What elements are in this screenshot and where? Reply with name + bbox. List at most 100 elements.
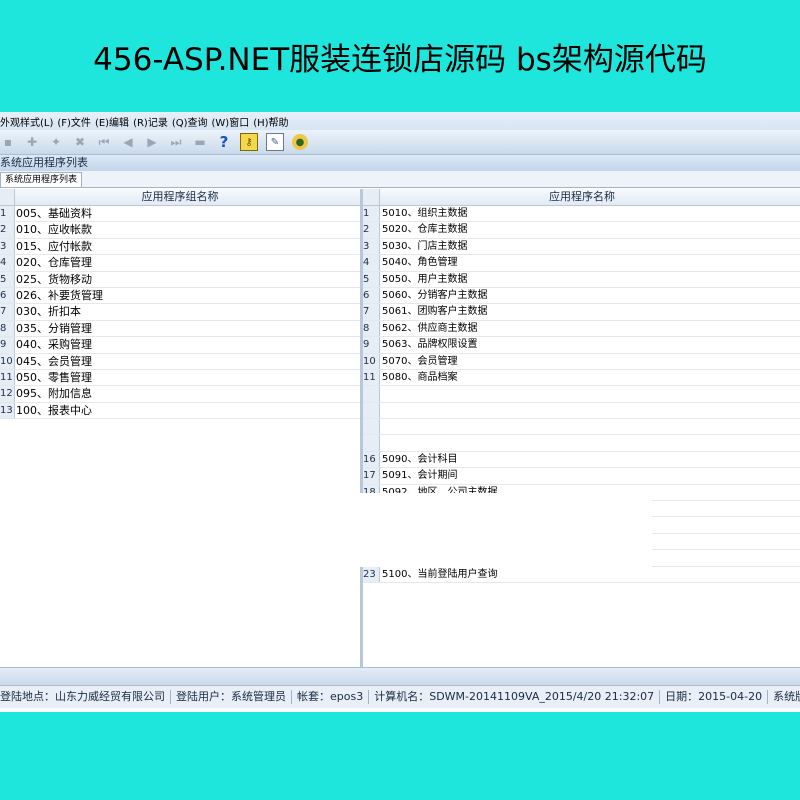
row-number: 4 [0,255,15,271]
table-row[interactable]: 16 5090、会计科目 [363,451,800,469]
table-row[interactable]: 1 005、基础资料 [0,206,360,223]
save-icon[interactable]: ▪ [0,134,16,150]
first-icon[interactable]: ⏮ [96,134,112,150]
row-cell[interactable]: 005、基础资料 [16,206,92,221]
key-icon[interactable]: ⚷ [240,133,258,151]
row-cell[interactable]: 5020、仓库主数据 [382,222,467,237]
table-row[interactable]: 1 5010、组织主数据 [363,206,800,223]
table-row[interactable]: 3 015、应付帐款 [0,238,360,256]
table-row[interactable]: 8 5062、供应商主数据 [363,320,800,338]
row-cell[interactable]: 5063、品牌权限设置 [382,337,477,352]
row-cell[interactable]: 5030、门店主数据 [382,239,467,254]
row-cell[interactable]: 095、附加信息 [16,386,92,401]
help-icon[interactable]: ? [216,133,232,151]
table-row[interactable]: 6 5060、分销客户主数据 [363,287,800,305]
row-number: 4 [363,255,380,271]
row-cell[interactable]: 5070、会员管理 [382,354,457,369]
tab-strip: 系统应用程序列表 [0,171,800,188]
row-cell[interactable]: 5090、会计科目 [382,452,457,467]
status-location: 登陆地点：山东力威经贸有限公司 [0,690,165,703]
status-user: 登陆用户：系统管理员 [176,690,286,703]
row-number: 5 [0,271,15,287]
menu-appearance[interactable]: 外观样式(L) [0,114,57,129]
status-bar: 登陆地点：山东力威经贸有限公司 登陆用户：系统管理员 帐套：epos3 计算机名：SD… [0,685,800,708]
row-number: 13 [0,402,15,419]
table-row[interactable]: 7 030、折扣本 [0,304,360,321]
row-number: 1 [363,206,380,222]
row-cell[interactable]: 5040、角色管理 [382,255,457,270]
table-row[interactable]: 23 5100、当前登陆用户查询 [363,566,800,583]
table-row[interactable] [363,386,800,403]
table-row[interactable]: 10 045、会员管理 [0,353,360,370]
row-cell[interactable]: 030、折扣本 [16,304,81,319]
settings-icon[interactable]: ✦ [48,134,64,150]
menu-record[interactable]: (R)记录 [133,114,172,129]
print-icon[interactable]: ▬ [192,134,208,150]
table-row[interactable] [363,435,800,452]
right-grid-header: 应用程序名称 [363,189,800,206]
row-cell[interactable]: 040、采购管理 [16,337,92,352]
table-row[interactable]: 11 050、零售管理 [0,369,360,387]
row-cell[interactable]: 5061、团购客户主数据 [382,304,487,319]
right-column-header[interactable]: 应用程序名称 [549,190,615,203]
table-row[interactable]: 13 100、报表中心 [0,402,360,420]
prev-icon[interactable]: ◀ [120,134,136,150]
table-row[interactable]: 2 010、应收帐款 [0,222,360,239]
row-number [363,402,380,419]
table-row[interactable]: 3 5030、门店主数据 [363,238,800,256]
row-cell[interactable]: 015、应付帐款 [16,239,92,254]
table-row[interactable]: 5 025、货物移动 [0,271,360,288]
table-row[interactable]: 8 035、分销管理 [0,320,360,338]
row-number: 2 [0,222,15,238]
table-row[interactable]: 5 5050、用户主数据 [363,271,800,288]
table-row[interactable]: 7 5061、团购客户主数据 [363,304,800,321]
table-row[interactable]: 4 020、仓库管理 [0,255,360,272]
table-row[interactable]: 12 095、附加信息 [0,386,360,403]
row-cell[interactable]: 100、报表中心 [16,403,92,418]
user-icon[interactable]: ● [292,134,308,150]
row-cell[interactable]: 050、零售管理 [16,370,92,385]
delete-icon[interactable]: ✖ [72,134,88,150]
table-row[interactable] [363,419,800,436]
menu-help[interactable]: (H)帮助 [253,114,292,129]
add-icon[interactable]: ✚ [24,134,40,150]
row-cell[interactable]: 5050、用户主数据 [382,272,467,287]
row-cell[interactable]: 035、分销管理 [16,321,92,336]
row-cell[interactable]: 020、仓库管理 [16,255,92,270]
menu-query[interactable]: (Q)查询 [172,114,212,129]
row-number: 12 [0,386,15,402]
row-cell[interactable]: 026、补要货管理 [16,288,103,303]
row-cell[interactable]: 025、货物移动 [16,272,92,287]
row-number: 3 [363,238,380,255]
table-row[interactable]: 6 026、补要货管理 [0,287,360,305]
last-icon[interactable]: ⏭ [168,134,184,150]
table-row[interactable]: 9 040、采购管理 [0,337,360,354]
next-icon[interactable]: ▶ [144,134,160,150]
table-row[interactable]: 11 5080、商品档案 [363,369,800,387]
menu-window[interactable]: (W)窗口 [212,114,254,129]
table-row[interactable]: 4 5040、角色管理 [363,255,800,272]
row-header-corner [363,189,380,205]
left-column-header[interactable]: 应用程序组名称 [142,190,219,203]
row-cell[interactable]: 5010、组织主数据 [382,206,467,221]
status-version: 系统版本： [773,690,800,703]
row-cell[interactable]: 045、会员管理 [16,354,92,369]
menu-edit[interactable]: (E)编辑 [95,114,133,129]
tab-app-list[interactable]: 系统应用程序列表 [0,172,83,187]
row-number: 11 [0,369,15,386]
edit-icon[interactable]: ✎ [266,133,284,151]
row-cell[interactable]: 5080、商品档案 [382,370,457,385]
row-cell[interactable]: 5060、分销客户主数据 [382,288,487,303]
row-cell[interactable]: 5100、当前登陆用户查询 [382,567,497,582]
table-row[interactable] [363,402,800,420]
table-row[interactable]: 9 5063、品牌权限设置 [363,337,800,354]
menu-file[interactable]: (F)文件 [57,114,95,129]
row-cell[interactable]: 5091、会计期间 [382,468,457,483]
table-row[interactable]: 2 5020、仓库主数据 [363,222,800,239]
row-cell[interactable]: 010、应收帐款 [16,222,92,237]
row-cell[interactable]: 5062、供应商主数据 [382,321,477,336]
row-number: 8 [363,320,380,337]
row-number: 10 [0,353,15,369]
table-row[interactable]: 17 5091、会计期间 [363,468,800,485]
table-row[interactable]: 10 5070、会员管理 [363,353,800,370]
